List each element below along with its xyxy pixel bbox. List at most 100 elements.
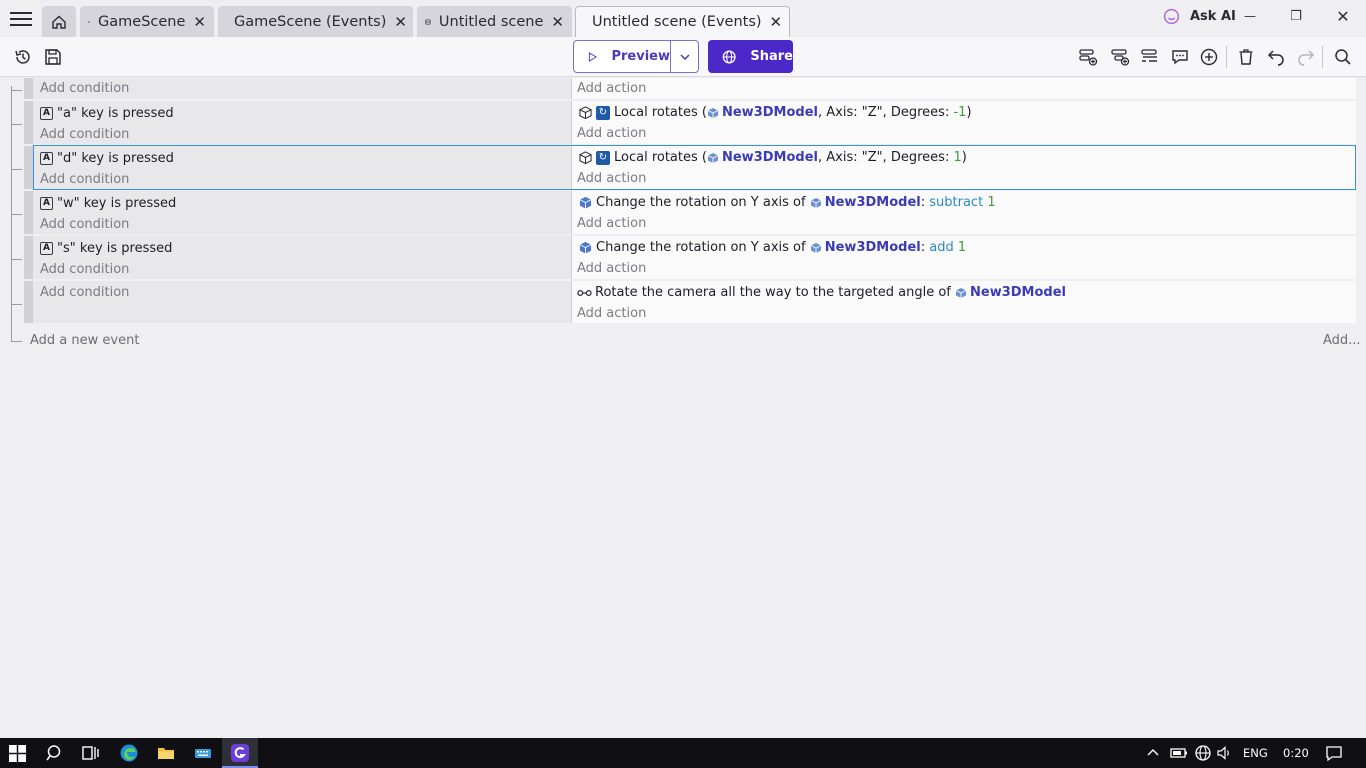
keyboard-app-icon[interactable]	[193, 743, 213, 763]
event-row-selected[interactable]: A "d" key is pressed Add condition ↻ Loc…	[24, 146, 1356, 189]
restore-icon: ❐	[1290, 8, 1302, 24]
add-action-link[interactable]: Add action	[577, 261, 646, 276]
add-action-link[interactable]: Add action	[577, 306, 646, 321]
event-row[interactable]: A "a" key is pressed Add condition ↻ Loc…	[24, 101, 1356, 144]
preview-main[interactable]: Preview	[574, 41, 671, 72]
redo-icon[interactable]	[1296, 47, 1316, 67]
action-rotate-camera[interactable]: Rotate the camera all the way to the tar…	[577, 284, 1066, 301]
keyboard-key-icon: A	[40, 242, 53, 255]
condition-text: key is pressed	[81, 106, 174, 121]
add-action-link[interactable]: Add action	[577, 126, 646, 141]
add-other-icon[interactable]	[1140, 47, 1160, 67]
tab-gamescene[interactable]: GameScene ✕	[80, 6, 214, 37]
tab-home[interactable]	[42, 6, 76, 37]
event-row[interactable]: A "s" key is pressed Add condition Chang…	[24, 236, 1356, 279]
action-local-rotate[interactable]: ↻ Local rotates ( New3DModel , Axis: "Z"…	[579, 149, 967, 166]
search-icon[interactable]	[1333, 47, 1353, 67]
add-action-link[interactable]: Add action	[577, 81, 646, 96]
input-language[interactable]: ENG	[1243, 746, 1268, 760]
condition-key-pressed[interactable]: A "s" key is pressed	[40, 240, 172, 257]
preview-dropdown[interactable]	[671, 53, 698, 60]
close-tab-icon[interactable]: ✕	[193, 13, 206, 31]
add-condition-link[interactable]: Add condition	[40, 217, 129, 232]
condition-text: key is pressed	[81, 151, 174, 166]
save-icon[interactable]	[43, 47, 63, 67]
event-drag-handle[interactable]	[24, 191, 33, 234]
menu-icon[interactable]	[10, 9, 32, 29]
condition-key-pressed[interactable]: A "a" key is pressed	[40, 105, 174, 122]
conditions-column: A "w" key is pressed Add condition	[33, 191, 572, 234]
conditions-column: Add condition	[33, 281, 572, 323]
tree-tick	[11, 304, 22, 305]
battery-icon[interactable]	[1169, 743, 1189, 763]
preview-label: Preview	[611, 49, 670, 64]
network-globe-icon[interactable]	[1193, 743, 1213, 763]
edge-browser-icon[interactable]	[119, 743, 139, 763]
notification-center-icon[interactable]	[1324, 743, 1344, 763]
share-button[interactable]: Share	[708, 40, 793, 73]
tab-gamescene-events[interactable]: GameScene (Events) ✕	[218, 6, 413, 37]
tray-expand-icon[interactable]	[1146, 743, 1160, 763]
add-event-icon[interactable]	[1078, 47, 1098, 67]
restore-button[interactable]: ❐	[1273, 2, 1319, 30]
event-drag-handle[interactable]	[24, 146, 33, 189]
event-row[interactable]: A "w" key is pressed Add condition Chang…	[24, 191, 1356, 234]
add-subevent-icon[interactable]	[1110, 47, 1130, 67]
windows-start-icon[interactable]	[9, 745, 26, 762]
history-icon[interactable]	[13, 47, 33, 67]
close-icon: ✕	[1336, 6, 1350, 26]
add-condition-link[interactable]: Add condition	[40, 81, 129, 96]
add-action-link[interactable]: Add action	[577, 216, 646, 231]
condition-key-pressed[interactable]: A "d" key is pressed	[40, 150, 174, 167]
event-row[interactable]: Add condition Add action	[24, 78, 1356, 99]
add-condition-link[interactable]: Add condition	[40, 127, 129, 142]
key-name: "a"	[57, 106, 77, 121]
3d-model-icon	[955, 287, 967, 298]
undo-icon[interactable]	[1266, 47, 1286, 67]
close-tab-icon[interactable]: ✕	[551, 13, 564, 31]
task-view-icon[interactable]	[80, 743, 100, 763]
tab-untitled-scene[interactable]: Untitled scene ✕	[417, 6, 572, 37]
clock-time[interactable]: 0:20	[1283, 746, 1309, 760]
event-drag-handle[interactable]	[24, 101, 33, 144]
rotation-y-icon	[579, 241, 592, 254]
3d-cube-icon	[579, 106, 592, 119]
tab-untitled-scene-events[interactable]: Untitled scene (Events) ✕	[575, 6, 790, 37]
comment-icon[interactable]	[1170, 47, 1190, 67]
event-row[interactable]: Add condition Rotate the camera all the …	[24, 281, 1356, 323]
ask-ai-button[interactable]: Ask AI	[1163, 8, 1236, 25]
add-new-event-link[interactable]: Add a new event	[30, 333, 139, 348]
action-change-rotation-y[interactable]: Change the rotation on Y axis of New3DMo…	[579, 239, 966, 256]
add-circle-icon[interactable]	[1199, 47, 1219, 67]
event-drag-handle[interactable]	[24, 78, 33, 99]
object-name: New3DModel	[824, 195, 921, 210]
rotate-icon: ↻	[596, 105, 610, 120]
actions-column: ↻ Local rotates ( New3DModel , Axis: "Z"…	[572, 101, 1356, 144]
close-tab-icon[interactable]: ✕	[394, 13, 407, 31]
tab-label: GameScene (Events)	[234, 13, 387, 30]
add-action-link[interactable]: Add action	[577, 171, 646, 186]
action-local-rotate[interactable]: ↻ Local rotates ( New3DModel , Axis: "Z"…	[579, 104, 972, 121]
gdevelop-taskbar-button[interactable]	[222, 738, 258, 768]
volume-icon[interactable]	[1215, 743, 1235, 763]
tree-tick	[11, 259, 22, 260]
close-tab-icon[interactable]: ✕	[770, 13, 783, 31]
add-condition-link[interactable]: Add condition	[40, 172, 129, 187]
add-condition-link[interactable]: Add condition	[40, 285, 129, 300]
search-icon[interactable]	[45, 743, 65, 763]
object-name: New3DModel	[970, 285, 1067, 300]
file-explorer-icon[interactable]	[156, 743, 176, 763]
action-change-rotation-y[interactable]: Change the rotation on Y axis of New3DMo…	[579, 194, 996, 211]
minimize-button[interactable]: —	[1227, 2, 1273, 30]
trash-icon[interactable]	[1236, 47, 1256, 67]
event-drag-handle[interactable]	[24, 236, 33, 279]
close-window-button[interactable]: ✕	[1320, 2, 1366, 30]
degrees-value: 1	[953, 150, 962, 165]
event-drag-handle[interactable]	[24, 281, 33, 323]
preview-button[interactable]: Preview	[573, 40, 699, 73]
add-condition-link[interactable]: Add condition	[40, 262, 129, 277]
add-more-link[interactable]: Add...	[1323, 333, 1361, 348]
tab-label: Untitled scene (Events)	[592, 14, 762, 30]
condition-key-pressed[interactable]: A "w" key is pressed	[40, 195, 176, 212]
toolbar: Preview Share	[0, 37, 1366, 77]
